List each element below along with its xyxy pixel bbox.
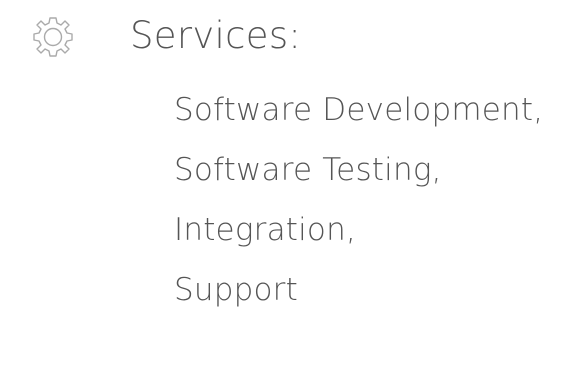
gear-icon [28,12,78,62]
services-list: Software Development, Software Testing, … [174,80,543,320]
list-item-integration: Integration, [174,212,356,248]
services-heading: Services: [130,14,302,57]
list-item-software-testing: Software Testing, [174,152,442,188]
list-item-software-development: Software Development, [174,92,544,128]
list-item-support: Support [174,272,298,308]
services-section: Services: Software Development, Software… [0,0,573,370]
